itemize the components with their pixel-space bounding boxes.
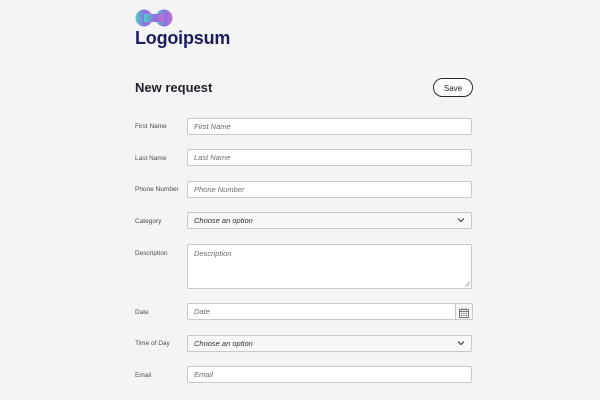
calendar-button[interactable] bbox=[456, 303, 473, 320]
time-of-day-label: Time of Day bbox=[135, 340, 170, 347]
chevron-down-icon bbox=[457, 218, 465, 223]
category-selected-value: Choose an option bbox=[194, 216, 253, 225]
description-field-box bbox=[187, 244, 472, 289]
email-label: Email bbox=[135, 372, 152, 379]
date-input[interactable] bbox=[194, 304, 464, 319]
chevron-down-icon bbox=[457, 341, 465, 346]
email-field-box bbox=[187, 366, 472, 383]
logo-text: Logoipsum bbox=[135, 28, 231, 48]
first-name-input[interactable] bbox=[194, 119, 464, 134]
save-button[interactable]: Save bbox=[433, 78, 473, 97]
phone-label: Phone Number bbox=[135, 186, 179, 193]
page-title: New request bbox=[135, 80, 213, 95]
time-of-day-selected-value: Choose an option bbox=[194, 339, 253, 348]
resize-handle-icon[interactable] bbox=[464, 281, 470, 287]
phone-field-box bbox=[187, 181, 472, 198]
email-input[interactable] bbox=[194, 367, 464, 382]
last-name-label: Last Name bbox=[135, 155, 167, 162]
last-name-input[interactable] bbox=[194, 150, 464, 165]
new-request-page: Logoipsum New request Save First Name La… bbox=[0, 0, 600, 400]
category-label: Category bbox=[135, 218, 162, 225]
first-name-label: First Name bbox=[135, 123, 167, 130]
phone-input[interactable] bbox=[194, 182, 464, 197]
date-field-box bbox=[187, 303, 464, 320]
first-name-field-box bbox=[187, 118, 472, 135]
logo: Logoipsum bbox=[135, 9, 230, 48]
logo-mark-icon bbox=[135, 9, 173, 27]
time-of-day-select[interactable]: Choose an option bbox=[187, 335, 472, 352]
date-label: Date bbox=[135, 309, 149, 316]
last-name-field-box bbox=[187, 149, 472, 166]
description-label: Description bbox=[135, 250, 168, 257]
category-select[interactable]: Choose an option bbox=[187, 212, 472, 229]
description-textarea[interactable] bbox=[194, 249, 464, 285]
calendar-icon bbox=[459, 308, 469, 318]
